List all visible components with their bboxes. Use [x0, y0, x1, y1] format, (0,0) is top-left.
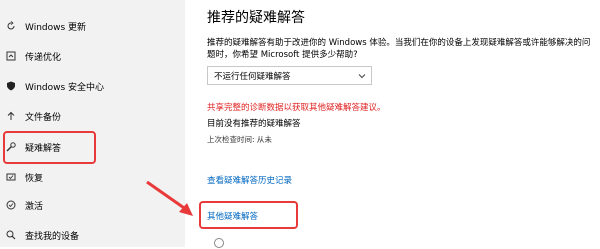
sidebar-item-label: 激活: [25, 201, 44, 212]
sidebar-item-delivery-optimization[interactable]: 传递优化: [0, 42, 185, 70]
view-history-link[interactable]: 查看疑难解答历史记录: [207, 174, 292, 186]
sidebar-item-label: Windows 更新: [25, 22, 87, 33]
sidebar-item-label: 文件备份: [25, 112, 62, 123]
sidebar-item-label: 恢复: [25, 173, 44, 184]
sidebar-item-find-my-device[interactable]: 查找我的设备: [0, 221, 185, 249]
sidebar-item-label: 传递优化: [25, 52, 62, 63]
shield-icon: [6, 81, 16, 91]
other-troubleshooters-highlight-annotation: [199, 201, 298, 229]
pointer-arrow-annotation: [146, 180, 193, 216]
recommended-description: 推荐的疑难解答有助于改进你的 Windows 体验。当我们在你的设备上发现疑难解…: [207, 38, 591, 60]
find-device-icon: [6, 230, 16, 240]
last-check-time: 上次检查时间: 从未: [207, 135, 272, 144]
troubleshoot-highlight-annotation: [3, 131, 96, 164]
activation-icon: [6, 200, 16, 210]
delivery-optimization-icon: [6, 51, 16, 61]
no-recommended-status: 目前没有推荐的疑难解答: [207, 119, 301, 129]
sidebar-item-label: Windows 安全中心: [25, 82, 105, 93]
diagnostic-data-notice: 共享完整的诊断数据以获取其他疑难解答建议。: [207, 103, 386, 113]
sidebar-item-file-backup[interactable]: 文件备份: [0, 102, 185, 130]
page-title: 推荐的疑难解答: [207, 10, 305, 26]
backup-icon: [6, 111, 16, 121]
recovery-icon: [6, 172, 16, 182]
sidebar-item-windows-security[interactable]: Windows 安全中心: [0, 72, 185, 100]
windows-update-icon: [6, 21, 16, 31]
sidebar-item-windows-update[interactable]: Windows 更新: [0, 12, 185, 40]
chevron-down-icon: [358, 72, 366, 80]
sidebar-item-label: 查找我的设备: [25, 231, 80, 242]
select-value: 不运行任何疑难解答: [214, 71, 291, 82]
troubleshoot-preference-select[interactable]: 不运行任何疑难解答: [207, 66, 372, 85]
